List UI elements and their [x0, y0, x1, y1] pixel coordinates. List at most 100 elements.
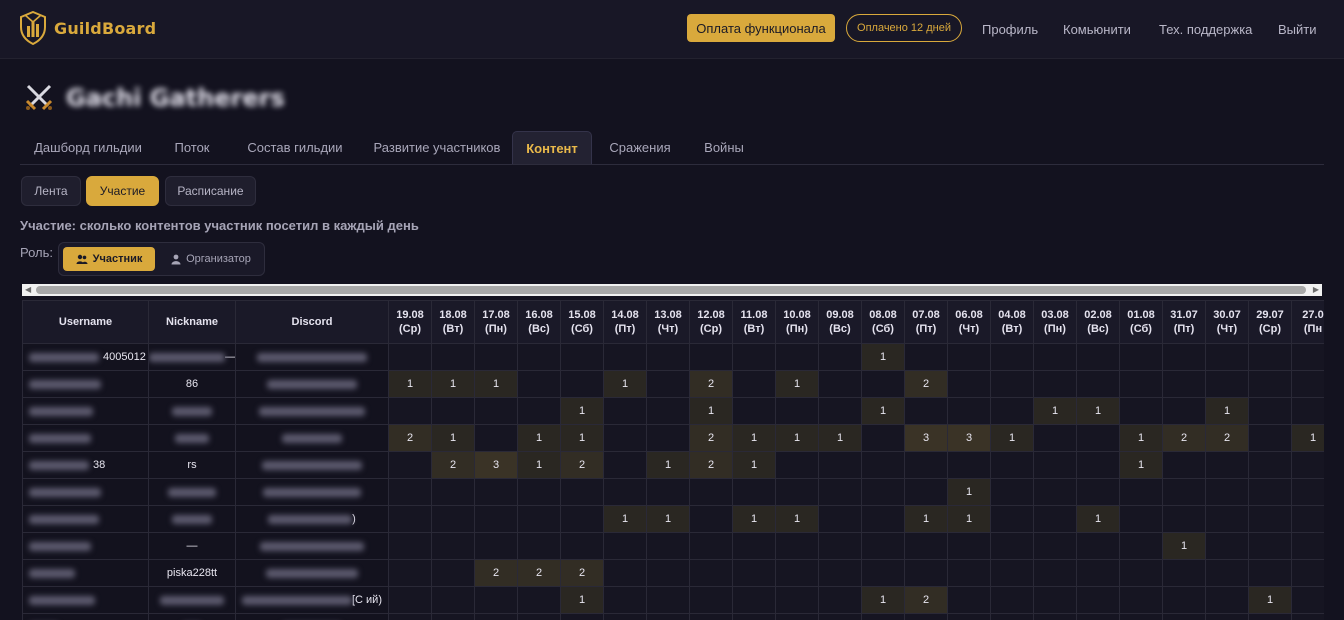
attendance-cell: [603, 343, 647, 371]
date-column-header: 29.07 (Ср): [1248, 300, 1292, 344]
table-row: 4005012 — 1: [22, 343, 1324, 371]
discord-cell: [235, 532, 389, 560]
nickname-text: rs: [187, 459, 197, 471]
attendance-cell: [1248, 532, 1292, 560]
attendance-cell: [560, 532, 604, 560]
date-column-header: 27.0 (Пн: [1291, 300, 1324, 344]
weekday-label: (Пт): [614, 323, 636, 335]
attendance-cell: [1291, 505, 1324, 533]
attendance-cell: 2: [1162, 424, 1206, 452]
date-column-header: 17.08 (Пн): [474, 300, 518, 344]
attendance-cell: [1162, 505, 1206, 533]
table-horizontal-scrollbar[interactable]: ◀ ▶: [22, 284, 1322, 296]
attendance-cell: [732, 532, 776, 560]
attendance-cell: 1: [732, 424, 776, 452]
attendance-cell: [1076, 559, 1120, 587]
attendance-cell: [732, 343, 776, 371]
attendance-cell: 1: [560, 586, 604, 614]
attendance-cell: [1248, 397, 1292, 425]
role-participant-button[interactable]: Участник: [63, 247, 155, 271]
date-label: 02.08: [1084, 309, 1112, 321]
scroll-right-arrow-icon[interactable]: ▶: [1313, 284, 1319, 296]
username-cell: 38: [22, 451, 149, 479]
nav-support-link[interactable]: Тех. поддержка: [1159, 22, 1252, 37]
attendance-cell: [947, 370, 991, 398]
attendance-cell: 1: [990, 424, 1034, 452]
attendance-cell: [1291, 397, 1324, 425]
users-icon: [76, 254, 88, 264]
attendance-cell: [474, 505, 518, 533]
guild-shield-icon: [20, 11, 46, 45]
attendance-cell: [431, 505, 475, 533]
attendance-cell: [775, 397, 819, 425]
nav-profile-link[interactable]: Профиль: [982, 22, 1038, 37]
attendance-cell: [818, 397, 862, 425]
attendance-cell: [431, 397, 475, 425]
subtab-participation[interactable]: Участие: [86, 176, 159, 206]
subtab-schedule[interactable]: Расписание: [165, 176, 256, 206]
attendance-cell: 1: [904, 505, 948, 533]
date-column-header: 01.08 (Сб): [1119, 300, 1163, 344]
attendance-cell: [861, 370, 905, 398]
redacted-discord: [241, 595, 352, 605]
tab-dashboard[interactable]: Дашборд гильдии: [20, 131, 156, 163]
attendance-cell: 1: [1291, 424, 1324, 452]
guild-tabs: Дашборд гильдии Поток Состав гильдии Раз…: [20, 131, 1324, 165]
redacted-discord: [262, 460, 362, 470]
date-column-header: 19.08 (Ср): [388, 300, 432, 344]
role-organizer-button[interactable]: Организатор: [163, 247, 259, 271]
attendance-cell: [474, 613, 518, 620]
attendance-cell: [1076, 424, 1120, 452]
date-label: 11.08: [740, 309, 768, 321]
nickname-cell: [148, 478, 236, 506]
attendance-cell: 2: [560, 451, 604, 479]
scroll-left-arrow-icon[interactable]: ◀: [25, 284, 31, 296]
tab-roster[interactable]: Состав гильдии: [234, 131, 356, 163]
tab-content[interactable]: Контент: [512, 131, 592, 164]
subtab-feed[interactable]: Лента: [21, 176, 81, 206]
table-header-row: Username Nickname Discord 19.08 (Ср) 18.08 (Вт…: [22, 300, 1324, 344]
attendance-cell: [818, 451, 862, 479]
attendance-cell: [1291, 451, 1324, 479]
attendance-cell: 1: [947, 505, 991, 533]
participation-table-container: Username Nickname Discord 19.08 (Ср) 18.08 (Вт…: [22, 300, 1324, 620]
scrollbar-thumb[interactable]: [36, 286, 1306, 294]
guild-title: Gachi Gatherers: [66, 84, 285, 112]
attendance-cell: [732, 559, 776, 587]
attendance-cell: 2: [388, 424, 432, 452]
date-column-header: 08.08 (Сб): [861, 300, 905, 344]
table-row: ) 1 1 1 1 1 1 1: [22, 505, 1324, 533]
attendance-cell: [1076, 532, 1120, 560]
attendance-cell: [646, 478, 690, 506]
tab-battles[interactable]: Сражения: [602, 131, 678, 163]
username-cell: [22, 532, 149, 560]
weekday-label: (Пт): [1173, 323, 1195, 335]
attendance-cell: [1076, 478, 1120, 506]
attendance-cell: 1: [861, 343, 905, 371]
date-label: 04.08: [998, 309, 1026, 321]
attendance-cell: [603, 559, 647, 587]
attendance-cell: [1033, 586, 1077, 614]
attendance-cell: [388, 505, 432, 533]
attendance-cell: [1119, 478, 1163, 506]
date-label: 31.07: [1170, 309, 1198, 321]
pay-features-button[interactable]: Оплата функционала: [687, 14, 835, 42]
attendance-cell: [431, 586, 475, 614]
tab-member-progress[interactable]: Развитие участников: [362, 131, 512, 163]
attendance-cell: [646, 397, 690, 425]
attendance-cell: 1: [1162, 532, 1206, 560]
tab-wars[interactable]: Войны: [692, 131, 756, 163]
redacted-username: [29, 568, 75, 578]
tab-stream[interactable]: Поток: [164, 131, 220, 163]
nav-logout-link[interactable]: Выйти: [1278, 22, 1317, 37]
paid-days-badge[interactable]: Оплачено 12 дней: [846, 14, 962, 42]
attendance-cell: [990, 343, 1034, 371]
attendance-cell: [1162, 613, 1206, 620]
nav-community-link[interactable]: Комьюнити: [1063, 22, 1131, 37]
username-text: 4005012: [103, 351, 146, 363]
attendance-cell: [388, 343, 432, 371]
logo[interactable]: GuildBoard: [20, 11, 156, 45]
attendance-cell: 2: [474, 559, 518, 587]
attendance-cell: 1: [517, 451, 561, 479]
attendance-cell: 1: [560, 397, 604, 425]
